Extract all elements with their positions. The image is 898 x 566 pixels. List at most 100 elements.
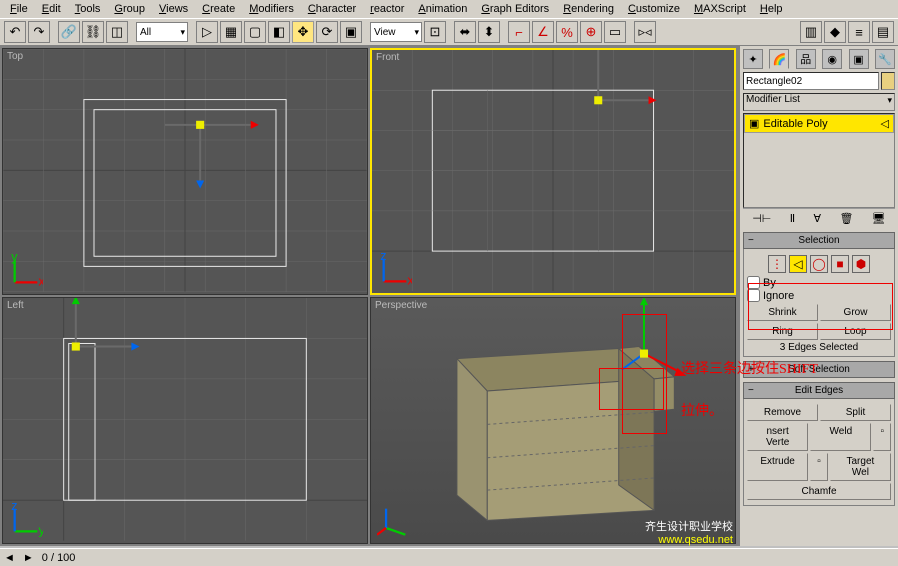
menu-modifiers[interactable]: Modifiers — [243, 1, 300, 17]
select-name-button[interactable]: ▦ — [220, 21, 242, 43]
percent-snap-button[interactable]: % — [556, 21, 578, 43]
ignore-label: Ignore — [763, 290, 794, 302]
insert-vertex-button[interactable]: nsert Verte — [747, 423, 808, 451]
menu-reactor[interactable]: reactor — [364, 1, 410, 17]
window-crossing-button[interactable]: ◧ — [268, 21, 290, 43]
select-button[interactable]: ▷ — [196, 21, 218, 43]
by-checkbox[interactable] — [747, 276, 760, 289]
pin-stack-button[interactable]: ⊣⊢ — [752, 212, 771, 225]
expand-icon[interactable]: ▣ — [749, 117, 759, 130]
stack-editable-poly[interactable]: ▣ Editable Poly ◁ — [744, 114, 894, 133]
display-tab[interactable]: ▣ — [849, 49, 869, 69]
make-unique-button[interactable]: ∀ — [814, 212, 822, 225]
viewport-left[interactable]: Left yz — [2, 297, 368, 544]
select-rotate-button[interactable]: ⟳ — [316, 21, 338, 43]
refcoord-dropdown[interactable]: View — [370, 22, 422, 42]
modify-tab[interactable]: 🌈 — [769, 49, 789, 69]
extrude-button[interactable]: Extrude — [747, 453, 808, 481]
selection-rollout: ⋮ ◁ ◯ ■ ⬢ By Ignore Shrink Grow Ring Loo… — [743, 249, 895, 357]
modifier-stack[interactable]: ▣ Editable Poly ◁ — [743, 113, 895, 208]
menu-group[interactable]: Group — [108, 1, 151, 17]
axis-indicator-icon: xy — [9, 254, 43, 288]
weld-button[interactable]: Weld — [810, 423, 871, 451]
motion-tab[interactable]: ◉ — [822, 49, 842, 69]
svg-text:x: x — [38, 275, 43, 288]
show-end-result-button[interactable]: Ⅱ — [790, 212, 795, 225]
element-subobj[interactable]: ⬢ — [852, 255, 870, 273]
restrict-y-button[interactable]: ⬍ — [478, 21, 500, 43]
menu-file[interactable]: File — [4, 1, 34, 17]
angle-snap-button[interactable]: ∠ — [532, 21, 554, 43]
menu-edit[interactable]: Edit — [36, 1, 67, 17]
configure-button[interactable]: 🖥 — [872, 212, 886, 225]
redo-button[interactable]: ↷ — [28, 21, 50, 43]
unlink-button[interactable]: ⛓ — [82, 21, 104, 43]
target-weld-button[interactable]: Target Wel — [830, 453, 891, 481]
edit-edges-rollout-header[interactable]: Edit Edges — [743, 382, 895, 399]
axis-indicator-icon: yz — [9, 503, 43, 537]
align-button[interactable]: ▥ — [800, 21, 822, 43]
grow-button[interactable]: Grow — [820, 304, 891, 321]
create-tab[interactable]: ✦ — [743, 49, 763, 69]
menu-maxscript[interactable]: MAXScript — [688, 1, 752, 17]
selection-filter-dropdown[interactable]: All — [136, 22, 188, 42]
weld-settings-button[interactable]: ▫ — [873, 423, 891, 451]
viewport-front-label: Front — [376, 52, 399, 63]
layers-button[interactable]: ◆ — [824, 21, 846, 43]
extrude-settings-button[interactable]: ▫ — [810, 453, 828, 481]
edge-subobj[interactable]: ◁ — [789, 255, 807, 273]
split-button[interactable]: Split — [820, 404, 891, 421]
timeline-arrow-left[interactable]: ◄ — [4, 552, 15, 564]
viewport-top-label: Top — [7, 51, 23, 62]
modifier-list-dropdown[interactable]: Modifier List — [743, 93, 895, 111]
schematic-button[interactable]: ▤ — [872, 21, 894, 43]
object-name-input[interactable] — [743, 72, 879, 90]
chamfer-button[interactable]: Chamfe — [747, 483, 891, 500]
bind-button[interactable]: ◫ — [106, 21, 128, 43]
polygon-subobj[interactable]: ■ — [831, 255, 849, 273]
named-sel-button[interactable]: ▭ — [604, 21, 626, 43]
menu-help[interactable]: Help — [754, 1, 789, 17]
shrink-button[interactable]: Shrink — [747, 304, 818, 321]
spinner-snap-button[interactable]: ⊕ — [580, 21, 602, 43]
menu-character[interactable]: Character — [302, 1, 362, 17]
grid-top — [3, 49, 367, 292]
menu-views[interactable]: Views — [153, 1, 194, 17]
ignore-checkbox[interactable] — [747, 289, 760, 302]
menu-animation[interactable]: Animation — [412, 1, 473, 17]
undo-button[interactable]: ↶ — [4, 21, 26, 43]
menu-tools[interactable]: Tools — [69, 1, 107, 17]
loop-button[interactable]: Loop — [820, 323, 891, 340]
selection-rollout-header[interactable]: Selection — [743, 232, 895, 249]
main-toolbar: ↶ ↷ 🔗 ⛓ ◫ All ▷ ▦ ▢ ◧ ✥ ⟳ ▣ View ⊡ ⬌ ⬍ ⌐… — [0, 18, 898, 46]
select-region-button[interactable]: ▢ — [244, 21, 266, 43]
edit-edges-rollout: Remove Split nsert Verte Weld ▫ Extrude … — [743, 399, 895, 506]
menu-customize[interactable]: Customize — [622, 1, 686, 17]
select-move-button[interactable]: ✥ — [292, 21, 314, 43]
viewport-front[interactable]: Front xz — [370, 48, 736, 295]
timeline-arrow-right[interactable]: ► — [23, 552, 34, 564]
menu-create[interactable]: Create — [196, 1, 241, 17]
border-subobj[interactable]: ◯ — [810, 255, 828, 273]
object-color-swatch[interactable] — [881, 72, 895, 90]
watermark: 齐生设计职业学校 www.qsedu.net — [645, 518, 733, 546]
remove-modifier-button[interactable]: 🗑 — [839, 212, 853, 225]
soft-selection-rollout-header[interactable]: Soft Selection — [743, 361, 895, 378]
ring-button[interactable]: Ring — [747, 323, 818, 340]
link-button[interactable]: 🔗 — [58, 21, 80, 43]
menu-grapheditors[interactable]: Graph Editors — [475, 1, 555, 17]
viewport-perspective[interactable]: Perspective — [370, 297, 736, 544]
remove-button[interactable]: Remove — [747, 404, 818, 421]
snap-toggle-button[interactable]: ⌐ — [508, 21, 530, 43]
mirror-button[interactable]: ▹◃ — [634, 21, 656, 43]
pivot-button[interactable]: ⊡ — [424, 21, 446, 43]
restrict-x-button[interactable]: ⬌ — [454, 21, 476, 43]
curve-editor-button[interactable]: ≡ — [848, 21, 870, 43]
stack-toolbar: ⊣⊢ Ⅱ ∀ 🗑 🖥 — [743, 208, 895, 228]
hierarchy-tab[interactable]: 品 — [796, 49, 816, 69]
utilities-tab[interactable]: 🔧 — [875, 49, 895, 69]
vertex-subobj[interactable]: ⋮ — [768, 255, 786, 273]
select-scale-button[interactable]: ▣ — [340, 21, 362, 43]
menu-rendering[interactable]: Rendering — [557, 1, 620, 17]
viewport-top[interactable]: Top xy — [2, 48, 368, 295]
